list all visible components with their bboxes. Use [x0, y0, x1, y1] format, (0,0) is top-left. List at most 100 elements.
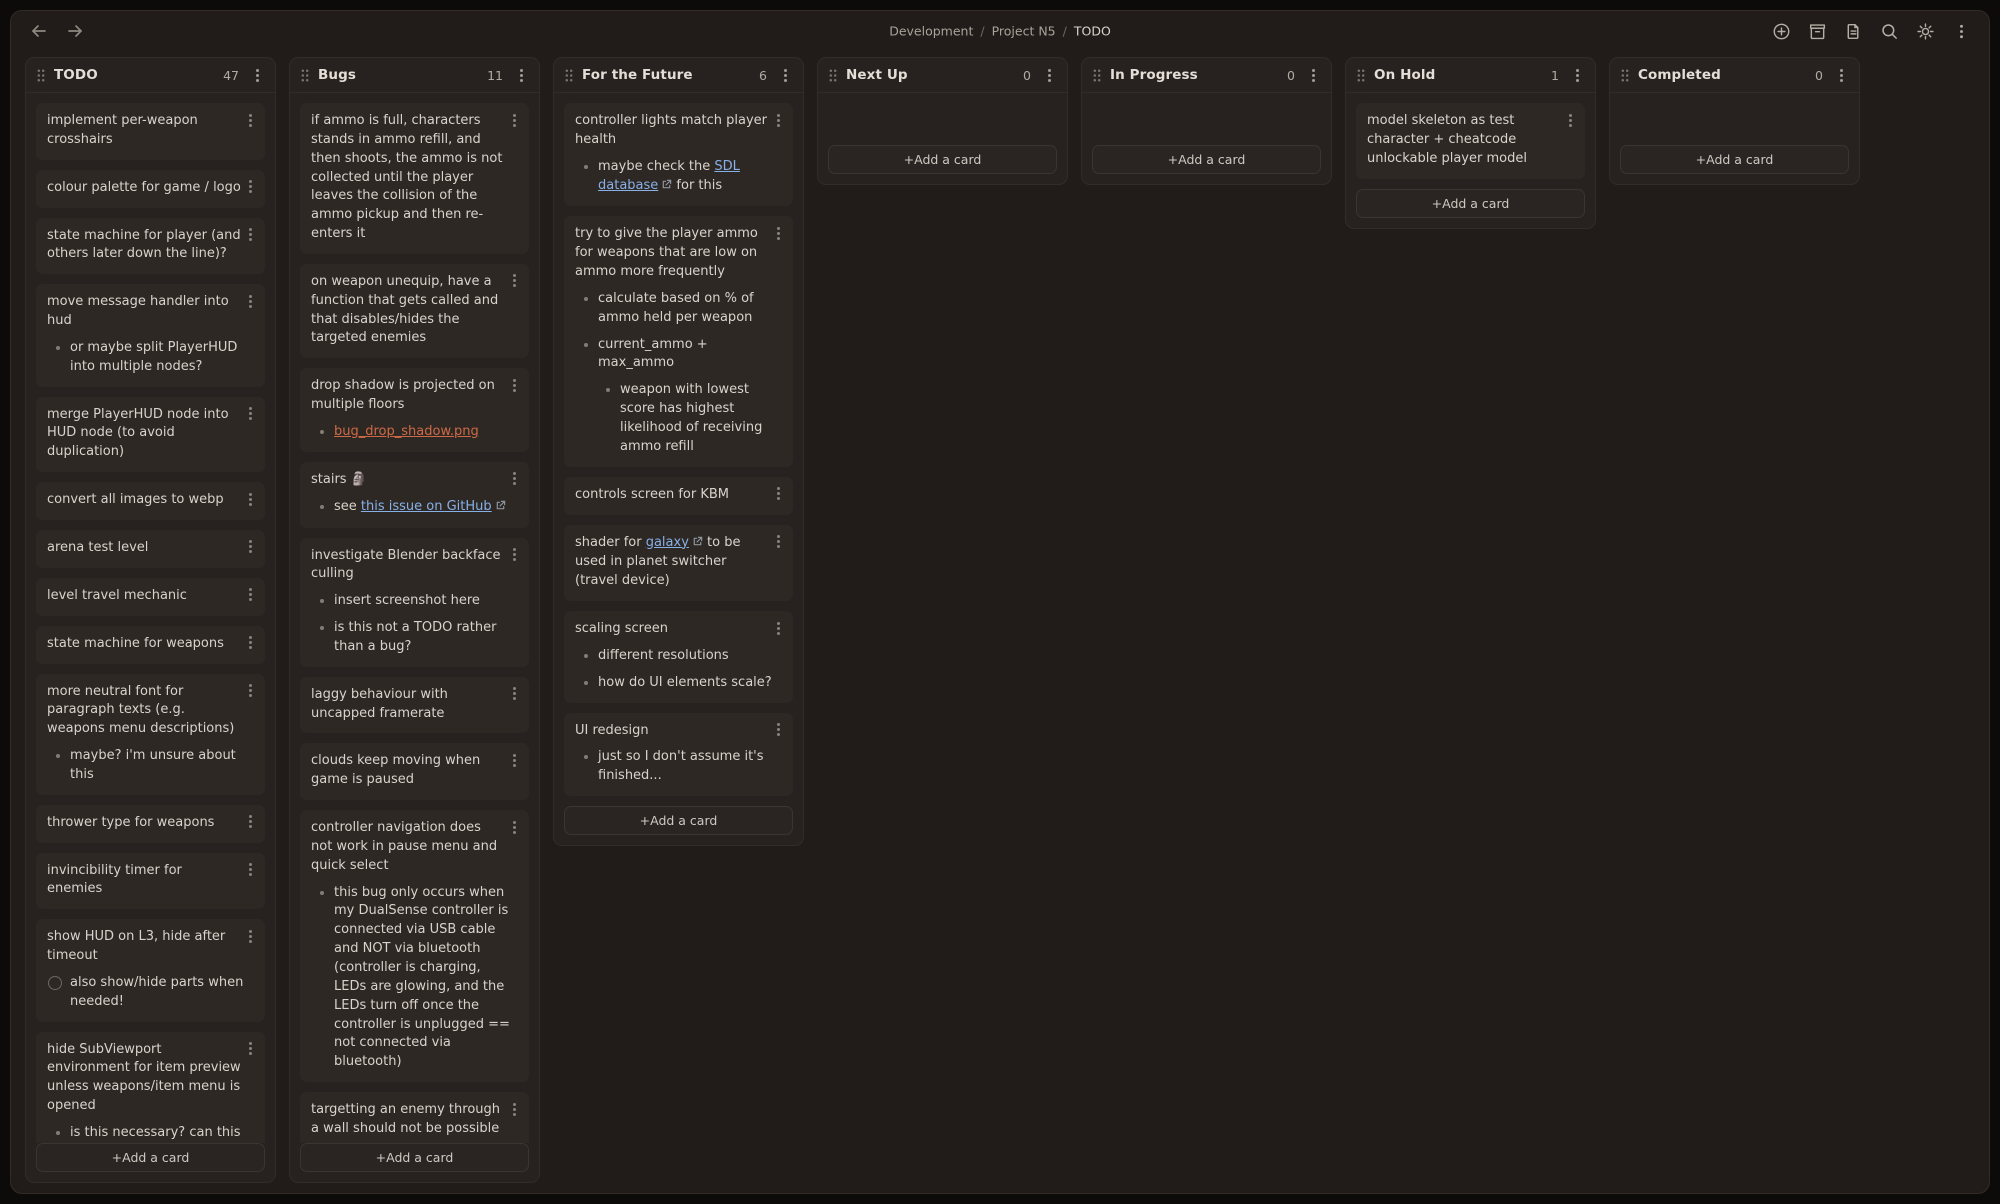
- card[interactable]: scaling screendifferent resolutionshow d…: [564, 611, 793, 703]
- card[interactable]: state machine for player (and others lat…: [36, 218, 265, 275]
- search-icon[interactable]: [1880, 22, 1899, 41]
- card[interactable]: stairs 🗿see this issue on GitHub: [300, 462, 529, 528]
- card-menu-button[interactable]: [242, 862, 258, 878]
- card-menu-button[interactable]: [242, 293, 258, 309]
- card[interactable]: UI redesignjust so I don't assume it's f…: [564, 713, 793, 797]
- card[interactable]: merge PlayerHUD node into HUD node (to a…: [36, 397, 265, 473]
- card-menu-button[interactable]: [242, 928, 258, 944]
- card-menu-button[interactable]: [242, 635, 258, 651]
- card-menu-button[interactable]: [242, 683, 258, 699]
- card[interactable]: clouds keep moving when game is paused: [300, 743, 529, 800]
- card-menu-button[interactable]: [506, 112, 522, 128]
- card[interactable]: thrower type for weapons: [36, 805, 265, 843]
- card[interactable]: model skeleton as test character + cheat…: [1356, 103, 1585, 179]
- add-icon[interactable]: [1772, 22, 1791, 41]
- card-menu-button[interactable]: [506, 752, 522, 768]
- card-menu-button[interactable]: [770, 722, 786, 738]
- card[interactable]: state machine for weapons: [36, 626, 265, 664]
- card[interactable]: investigate Blender backface cullinginse…: [300, 538, 529, 667]
- add-card-button[interactable]: +Add a card: [828, 145, 1057, 174]
- column-menu-button[interactable]: [513, 67, 529, 83]
- card-menu-button[interactable]: [506, 1101, 522, 1117]
- document-icon[interactable]: [1844, 22, 1863, 41]
- add-card-button[interactable]: +Add a card: [300, 1143, 529, 1172]
- card-menu-button[interactable]: [242, 539, 258, 555]
- card[interactable]: on weapon unequip, have a function that …: [300, 264, 529, 358]
- column-menu-button[interactable]: [249, 67, 265, 83]
- top-bar: Development / Project N5 / TODO: [11, 11, 1989, 51]
- card-menu-button[interactable]: [770, 225, 786, 241]
- add-card-button[interactable]: +Add a card: [1356, 189, 1585, 218]
- card-menu-button[interactable]: [242, 491, 258, 507]
- more-icon[interactable]: [1952, 22, 1971, 41]
- back-arrow-icon[interactable]: [29, 21, 49, 41]
- card-menu-button[interactable]: [770, 112, 786, 128]
- card[interactable]: controller navigation does not work in p…: [300, 810, 529, 1082]
- card-title-text: UI redesign: [575, 723, 649, 738]
- card-menu-button[interactable]: [506, 547, 522, 563]
- checkbox-circle[interactable]: [48, 976, 62, 990]
- card[interactable]: convert all images to webp: [36, 482, 265, 520]
- column-menu-button[interactable]: [1305, 67, 1321, 83]
- card-menu-button[interactable]: [242, 227, 258, 243]
- card[interactable]: shader for galaxy to be used in planet s…: [564, 525, 793, 602]
- settings-icon[interactable]: [1916, 22, 1935, 41]
- column-menu-button[interactable]: [1041, 67, 1057, 83]
- column-menu-button[interactable]: [777, 67, 793, 83]
- card-menu-button[interactable]: [506, 273, 522, 289]
- card-link[interactable]: this issue on GitHub: [361, 499, 506, 514]
- card[interactable]: targetting an enemy through a wall shoul…: [300, 1092, 529, 1143]
- drag-handle-icon[interactable]: [1356, 68, 1366, 83]
- card-menu-button[interactable]: [506, 686, 522, 702]
- card[interactable]: level travel mechanic: [36, 578, 265, 616]
- drag-handle-icon[interactable]: [1092, 68, 1102, 83]
- archive-icon[interactable]: [1808, 22, 1827, 41]
- drag-handle-icon[interactable]: [828, 68, 838, 83]
- card-title: level travel mechanic: [47, 587, 254, 606]
- card[interactable]: controls screen for KBM: [564, 477, 793, 515]
- card[interactable]: laggy behaviour with uncapped framerate: [300, 677, 529, 734]
- card-menu-button[interactable]: [242, 587, 258, 603]
- card-menu-button[interactable]: [770, 486, 786, 502]
- forward-arrow-icon[interactable]: [65, 21, 85, 41]
- card[interactable]: drop shadow is projected on multiple flo…: [300, 368, 529, 452]
- card-menu-button[interactable]: [1562, 112, 1578, 128]
- card[interactable]: hide SubViewport environment for item pr…: [36, 1032, 265, 1143]
- card[interactable]: if ammo is full, characters stands in am…: [300, 103, 529, 254]
- card[interactable]: colour palette for game / logo: [36, 170, 265, 208]
- card-menu-button[interactable]: [506, 819, 522, 835]
- card-menu-button[interactable]: [506, 471, 522, 487]
- card[interactable]: implement per-weapon crosshairs: [36, 103, 265, 160]
- card-menu-button[interactable]: [770, 620, 786, 636]
- card[interactable]: show HUD on L3, hide after timeoutalso s…: [36, 919, 265, 1021]
- card-menu-button[interactable]: [506, 377, 522, 393]
- card[interactable]: move message handler into hudor maybe sp…: [36, 284, 265, 386]
- column-menu-button[interactable]: [1569, 67, 1585, 83]
- card-menu-button[interactable]: [242, 179, 258, 195]
- card[interactable]: try to give the player ammo for weapons …: [564, 216, 793, 466]
- drag-handle-icon[interactable]: [1620, 68, 1630, 83]
- card-title: scaling screen: [575, 620, 782, 639]
- card-link[interactable]: galaxy: [646, 535, 703, 550]
- breadcrumb-item-board[interactable]: TODO: [1074, 24, 1111, 39]
- card-menu-button[interactable]: [770, 534, 786, 550]
- card-link[interactable]: bug_drop_shadow.png: [334, 424, 479, 439]
- breadcrumb-item-development[interactable]: Development: [889, 24, 973, 39]
- add-card-button[interactable]: +Add a card: [1092, 145, 1321, 174]
- drag-handle-icon[interactable]: [36, 68, 46, 83]
- card[interactable]: invincibility timer for enemies: [36, 853, 265, 910]
- add-card-button[interactable]: +Add a card: [36, 1143, 265, 1172]
- drag-handle-icon[interactable]: [300, 68, 310, 83]
- column-menu-button[interactable]: [1833, 67, 1849, 83]
- card[interactable]: arena test level: [36, 530, 265, 568]
- card-menu-button[interactable]: [242, 406, 258, 422]
- drag-handle-icon[interactable]: [564, 68, 574, 83]
- add-card-button[interactable]: +Add a card: [1620, 145, 1849, 174]
- card[interactable]: more neutral font for paragraph texts (e…: [36, 674, 265, 795]
- card-menu-button[interactable]: [242, 1041, 258, 1057]
- breadcrumb-item-project[interactable]: Project N5: [992, 24, 1056, 39]
- add-card-button[interactable]: +Add a card: [564, 806, 793, 835]
- card-menu-button[interactable]: [242, 112, 258, 128]
- card-menu-button[interactable]: [242, 814, 258, 830]
- card[interactable]: controller lights match player healthmay…: [564, 103, 793, 206]
